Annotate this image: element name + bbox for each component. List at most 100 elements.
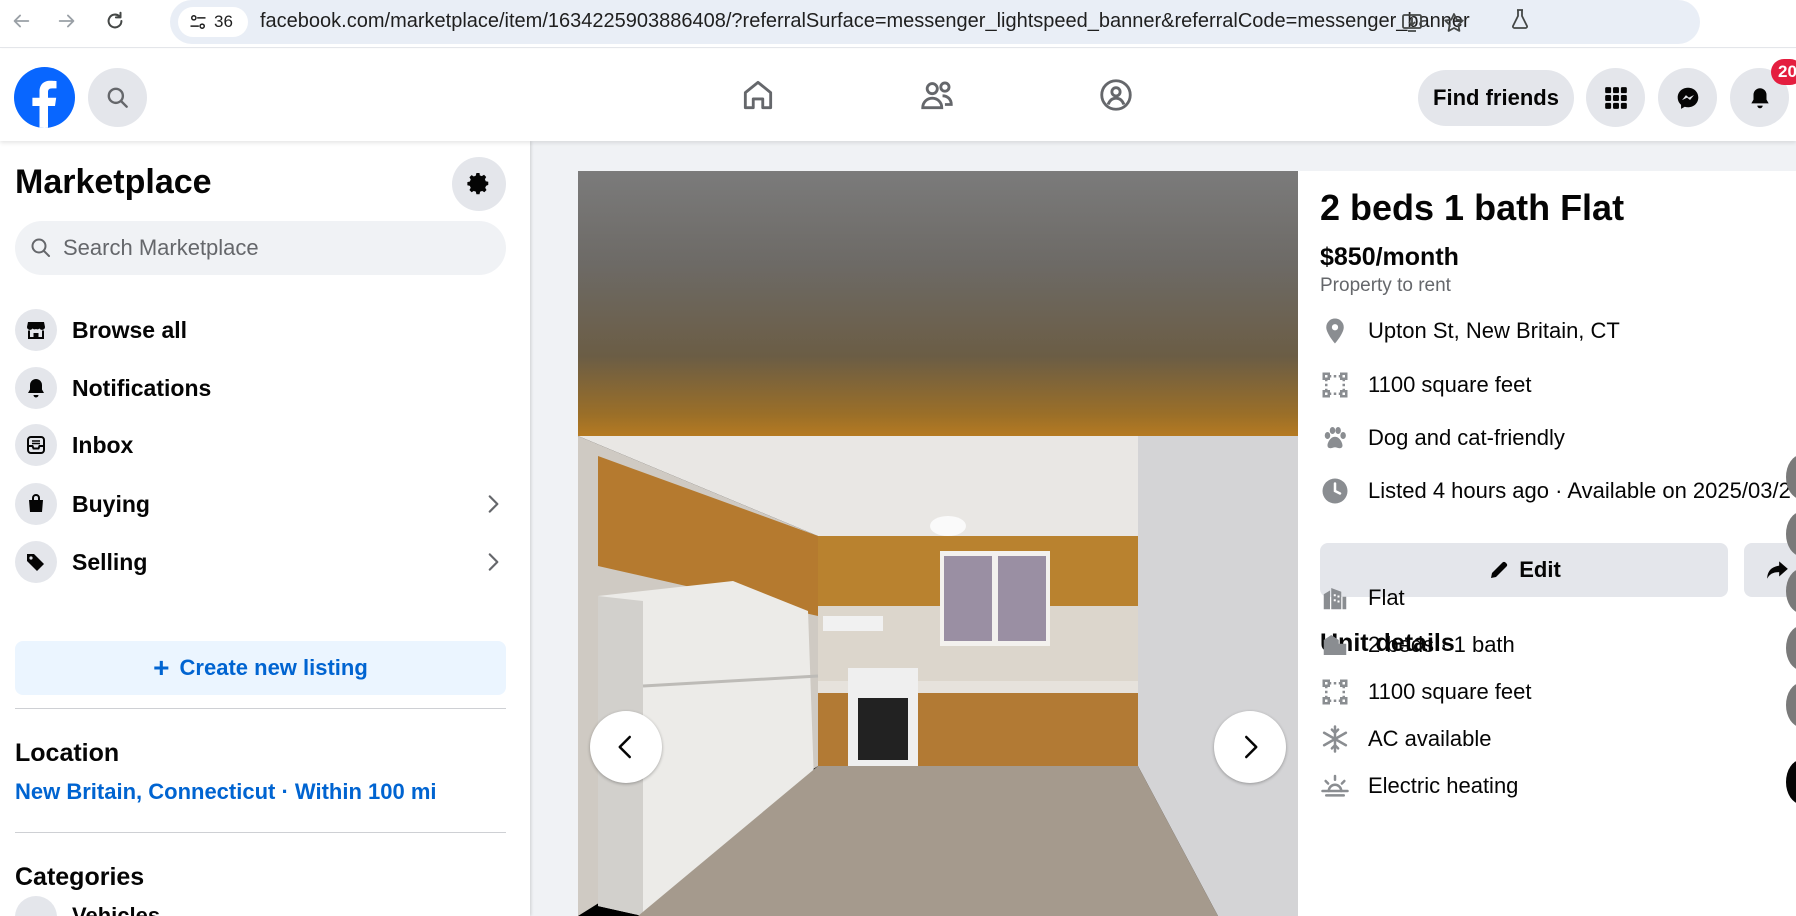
install-app-icon[interactable] (1398, 9, 1426, 37)
forward-button[interactable] (50, 4, 84, 38)
gear-icon (467, 173, 489, 195)
divider (15, 708, 506, 709)
labs-flask-icon[interactable] (1506, 5, 1534, 33)
search-placeholder: Search Marketplace (63, 235, 259, 260)
listing-price: $850/month (1320, 243, 1459, 271)
unit-detail-heating: Electric heating (1320, 766, 1518, 806)
sidebar-item-browse-all[interactable]: Browse all (15, 302, 506, 358)
area-row: 1100 square feet (1320, 365, 1532, 405)
vehicles-icon (15, 896, 57, 916)
sidebar-item-inbox[interactable]: Inbox (15, 417, 506, 473)
unit-detail-label: 2 beds · 1 bath (1368, 632, 1515, 657)
sidebar-item-label: Inbox (72, 431, 134, 458)
sidebar-item-notifications[interactable]: Notifications (15, 360, 506, 416)
category-item-label[interactable]: Vehicles (72, 903, 160, 916)
photo-blurred-background (578, 171, 1298, 436)
pets-text: Dog and cat-friendly (1368, 425, 1565, 450)
unit-detail-beds: 2 beds · 1 bath (1320, 625, 1515, 665)
groups-tab[interactable] (1084, 65, 1148, 125)
bell-icon (1750, 87, 1769, 108)
sidebar-item-buying[interactable]: Buying (15, 476, 506, 532)
messenger-icon (1677, 87, 1698, 109)
divider (15, 832, 506, 833)
clock-icon (1322, 478, 1348, 504)
search-button[interactable] (88, 68, 147, 127)
listing-photo-viewer (578, 171, 1298, 916)
listed-row: Listed 4 hours ago · Available on 2025/0… (1320, 471, 1791, 511)
bookmark-star-icon[interactable] (1440, 9, 1468, 37)
sidebar-item-label: Browse all (72, 316, 188, 343)
reload-button[interactable] (98, 4, 132, 38)
area-text: 1100 square feet (1368, 372, 1532, 397)
address-text[interactable]: Upton St, New Britain, CT (1368, 318, 1620, 344)
find-friends-button[interactable]: Find friends (1418, 70, 1574, 126)
chevron-right-icon (488, 553, 499, 571)
home-tab[interactable] (726, 65, 790, 125)
address-bar[interactable]: 36 facebook.com/marketplace/item/1634225… (170, 0, 1700, 44)
reload-icon (107, 11, 123, 29)
site-info-chip[interactable]: 36 (178, 7, 248, 37)
bell-icon (15, 367, 57, 409)
unit-detail-label: Flat (1368, 585, 1405, 610)
categories-heading: Categories (15, 863, 145, 891)
grid-menu-icon (1604, 86, 1627, 109)
messenger-button[interactable] (1658, 68, 1717, 127)
sidebar-item-label: Notifications (72, 374, 212, 401)
building-icon (1323, 588, 1347, 610)
chevron-right-icon (1245, 735, 1258, 759)
search-icon (107, 87, 128, 108)
unit-detail-label: 1100 square feet (1368, 679, 1532, 704)
friends-icon (921, 81, 953, 110)
address-row: Upton St, New Britain, CT (1320, 311, 1620, 351)
location-pin-icon (1326, 318, 1344, 344)
area-icon (1322, 679, 1348, 705)
marketplace-search-input[interactable]: Search Marketplace (15, 221, 506, 275)
previous-photo-button[interactable] (590, 711, 662, 783)
create-listing-label: Create new listing (179, 655, 368, 680)
listing-details-panel: 2 beds 1 bath Flat $850/month Property t… (1298, 171, 1796, 916)
sidebar-item-label: Selling (72, 548, 148, 575)
marketplace-sidebar: Marketplace Search Marketplace Browse al… (0, 141, 530, 916)
browser-toolbar: 36 facebook.com/marketplace/item/1634225… (0, 0, 1796, 48)
share-icon (1767, 561, 1788, 579)
unit-detail-label: Electric heating (1368, 773, 1519, 798)
unit-detail-label: AC available (1368, 726, 1492, 751)
listing-category: Property to rent (1320, 275, 1451, 296)
unit-detail-ac: AC available (1320, 719, 1492, 759)
facebook-logo-icon[interactable] (14, 67, 75, 128)
facebook-top-nav: Find friends 20 (0, 49, 1796, 141)
listing-title: 2 beds 1 bath Flat (1320, 187, 1625, 228)
tune-icon (190, 15, 206, 29)
back-button[interactable] (4, 4, 38, 38)
friends-tab[interactable] (905, 65, 969, 125)
inbox-icon (15, 424, 57, 466)
settings-button[interactable] (452, 157, 506, 211)
listed-text: Listed 4 hours ago · Available on 2025/0… (1368, 478, 1791, 503)
back-arrow-icon (13, 14, 30, 28)
pets-row: Dog and cat-friendly (1320, 418, 1565, 458)
chevron-left-icon (618, 735, 631, 759)
unit-detail-flat: Flat (1320, 578, 1405, 618)
location-link[interactable]: New Britain, Connecticut · Within 100 mi (15, 779, 437, 805)
sidebar-item-selling[interactable]: Selling (15, 534, 506, 590)
home-icon (743, 80, 773, 110)
chevron-right-icon (488, 495, 499, 513)
paw-icon (1324, 427, 1346, 449)
groups-icon (1100, 79, 1132, 111)
bed-icon (1323, 635, 1347, 655)
pencil-icon (1491, 561, 1508, 578)
area-icon (1322, 372, 1348, 398)
edit-label: Edit (1519, 557, 1561, 582)
url-text[interactable]: facebook.com/marketplace/item/1634225903… (260, 10, 1470, 33)
storefront-icon (15, 309, 57, 351)
search-icon (31, 238, 50, 257)
unit-detail-area: 1100 square feet (1320, 672, 1532, 712)
notification-badge: 20 (1771, 59, 1796, 85)
kitchen-photo (578, 436, 1298, 916)
snowflake-icon (1322, 725, 1348, 753)
create-listing-button[interactable]: + Create new listing (15, 641, 506, 695)
next-photo-button[interactable] (1214, 711, 1286, 783)
menu-button[interactable] (1586, 68, 1645, 127)
price-tag-icon (15, 541, 57, 583)
shopping-bag-icon (15, 483, 57, 525)
